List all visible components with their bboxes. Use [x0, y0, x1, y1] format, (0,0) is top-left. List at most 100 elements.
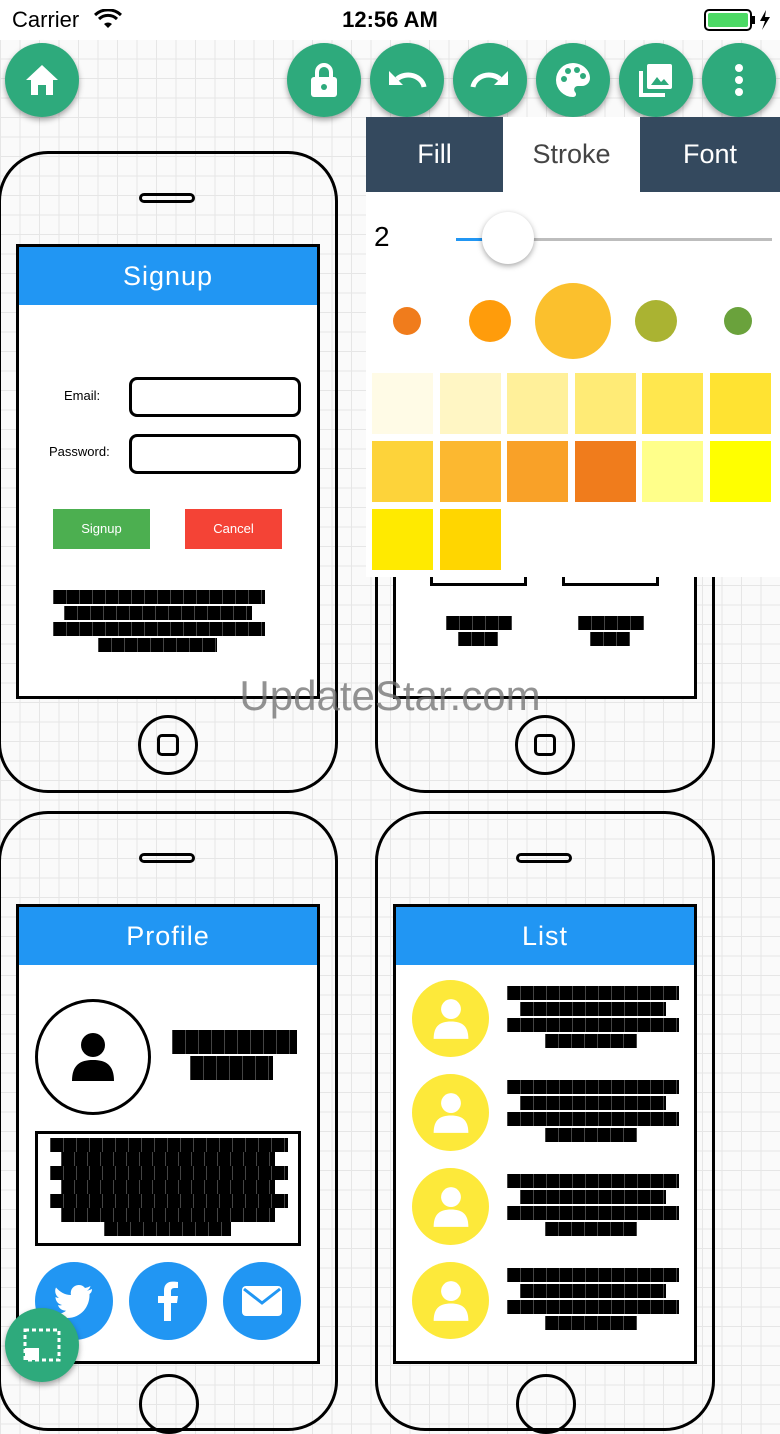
color-dot[interactable]	[635, 300, 677, 342]
redacted-text	[53, 622, 265, 636]
list-item-avatar[interactable]	[412, 1074, 489, 1151]
redacted-text	[458, 632, 498, 646]
tab-font[interactable]: Font	[640, 117, 780, 192]
style-panel: Fill Stroke Font 2	[366, 117, 780, 577]
color-dot[interactable]	[724, 307, 752, 335]
redacted-text	[507, 1268, 679, 1282]
color-swatch[interactable]	[574, 373, 636, 434]
redacted-text	[50, 1166, 288, 1180]
tab-fill[interactable]: Fill	[366, 117, 503, 192]
redacted-text	[172, 1030, 297, 1054]
redacted-text	[507, 1174, 679, 1188]
profile-header: Profile	[19, 907, 317, 965]
color-swatch[interactable]	[439, 373, 501, 434]
watermark: UpdateStar.com	[239, 672, 541, 719]
redacted-text	[98, 638, 217, 652]
redacted-text	[507, 1112, 679, 1126]
redacted-text	[520, 1190, 666, 1204]
battery-icon	[704, 9, 770, 31]
redacted-text	[50, 1138, 288, 1152]
facebook-button[interactable]	[129, 1262, 207, 1340]
redacted-text	[545, 1316, 637, 1330]
user-icon	[72, 1033, 114, 1081]
list-item-avatar[interactable]	[412, 1262, 489, 1339]
color-swatch[interactable]	[574, 441, 636, 502]
redacted-text	[507, 1080, 679, 1094]
undo-icon	[389, 71, 427, 88]
redacted-text	[578, 616, 644, 630]
stroke-width-value: 2	[374, 221, 390, 252]
status-bar: Carrier 12:56 AM	[0, 0, 780, 40]
user-icon	[433, 1280, 468, 1321]
color-swatch[interactable]	[439, 441, 501, 502]
color-dot[interactable]	[393, 307, 421, 335]
redacted-text	[64, 606, 252, 620]
user-icon	[433, 1092, 468, 1133]
signup-button[interactable]: Signup	[53, 509, 150, 549]
color-swatch[interactable]	[709, 441, 771, 502]
color-swatch[interactable]	[709, 373, 771, 434]
home-icon	[26, 65, 58, 95]
color-swatch[interactable]	[642, 441, 703, 502]
facebook-icon	[158, 1281, 178, 1321]
color-swatch[interactable]	[372, 441, 433, 502]
redacted-text	[61, 1208, 275, 1222]
redacted-text	[190, 1056, 273, 1080]
speaker	[516, 853, 572, 863]
list-item-avatar[interactable]	[412, 980, 489, 1057]
email-button[interactable]	[223, 1262, 301, 1340]
color-swatch[interactable]	[439, 509, 501, 570]
redacted-text	[61, 1180, 275, 1194]
images-button[interactable]	[619, 43, 693, 117]
signup-header: Signup	[19, 247, 317, 305]
redacted-text	[520, 1096, 666, 1110]
redo-button[interactable]	[453, 43, 527, 117]
color-dot[interactable]	[469, 300, 511, 342]
email-label: Email:	[64, 388, 101, 403]
selection-button[interactable]	[5, 1308, 79, 1382]
more-button[interactable]	[702, 43, 776, 117]
redacted-text	[446, 616, 512, 630]
redacted-text	[507, 1206, 679, 1220]
home-hardware-button	[139, 1374, 199, 1434]
speaker	[139, 193, 195, 203]
lock-button[interactable]	[287, 43, 361, 117]
color-swatch[interactable]	[507, 441, 568, 502]
color-swatch[interactable]	[507, 373, 568, 434]
user-icon	[433, 998, 468, 1039]
color-swatch[interactable]	[372, 509, 433, 570]
redacted-text	[53, 590, 265, 604]
redacted-text	[507, 1300, 679, 1314]
color-swatch[interactable]	[642, 373, 703, 434]
stroke-slider-thumb[interactable]	[482, 212, 534, 264]
undo-button[interactable]	[370, 43, 444, 117]
envelope-icon	[242, 1286, 282, 1316]
redacted-text	[545, 1034, 637, 1048]
redacted-text	[61, 1152, 275, 1166]
profile-avatar[interactable]	[35, 999, 151, 1115]
list-header: List	[396, 907, 694, 965]
home-hardware-button	[515, 715, 575, 775]
user-icon	[433, 1186, 468, 1227]
tab-stroke[interactable]: Stroke	[503, 117, 640, 192]
speaker	[139, 853, 195, 863]
cancel-button[interactable]: Cancel	[185, 509, 282, 549]
home-hardware-button	[516, 1374, 576, 1434]
redacted-text	[520, 1284, 666, 1298]
list-item-avatar[interactable]	[412, 1168, 489, 1245]
color-swatch[interactable]	[372, 373, 433, 434]
palette-button[interactable]	[536, 43, 610, 117]
redacted-text	[520, 1002, 666, 1016]
redacted-text	[50, 1194, 288, 1208]
redacted-text	[507, 1018, 679, 1032]
color-dot-selected[interactable]	[535, 283, 611, 359]
email-field[interactable]	[129, 377, 301, 417]
palette-icon	[556, 63, 590, 97]
home-button[interactable]	[5, 43, 79, 117]
redacted-text	[545, 1128, 637, 1142]
home-hardware-button	[138, 715, 198, 775]
redo-icon	[470, 71, 508, 88]
password-field[interactable]	[129, 434, 301, 474]
clock: 12:56 AM	[342, 7, 438, 32]
select-area-icon	[23, 1328, 61, 1362]
